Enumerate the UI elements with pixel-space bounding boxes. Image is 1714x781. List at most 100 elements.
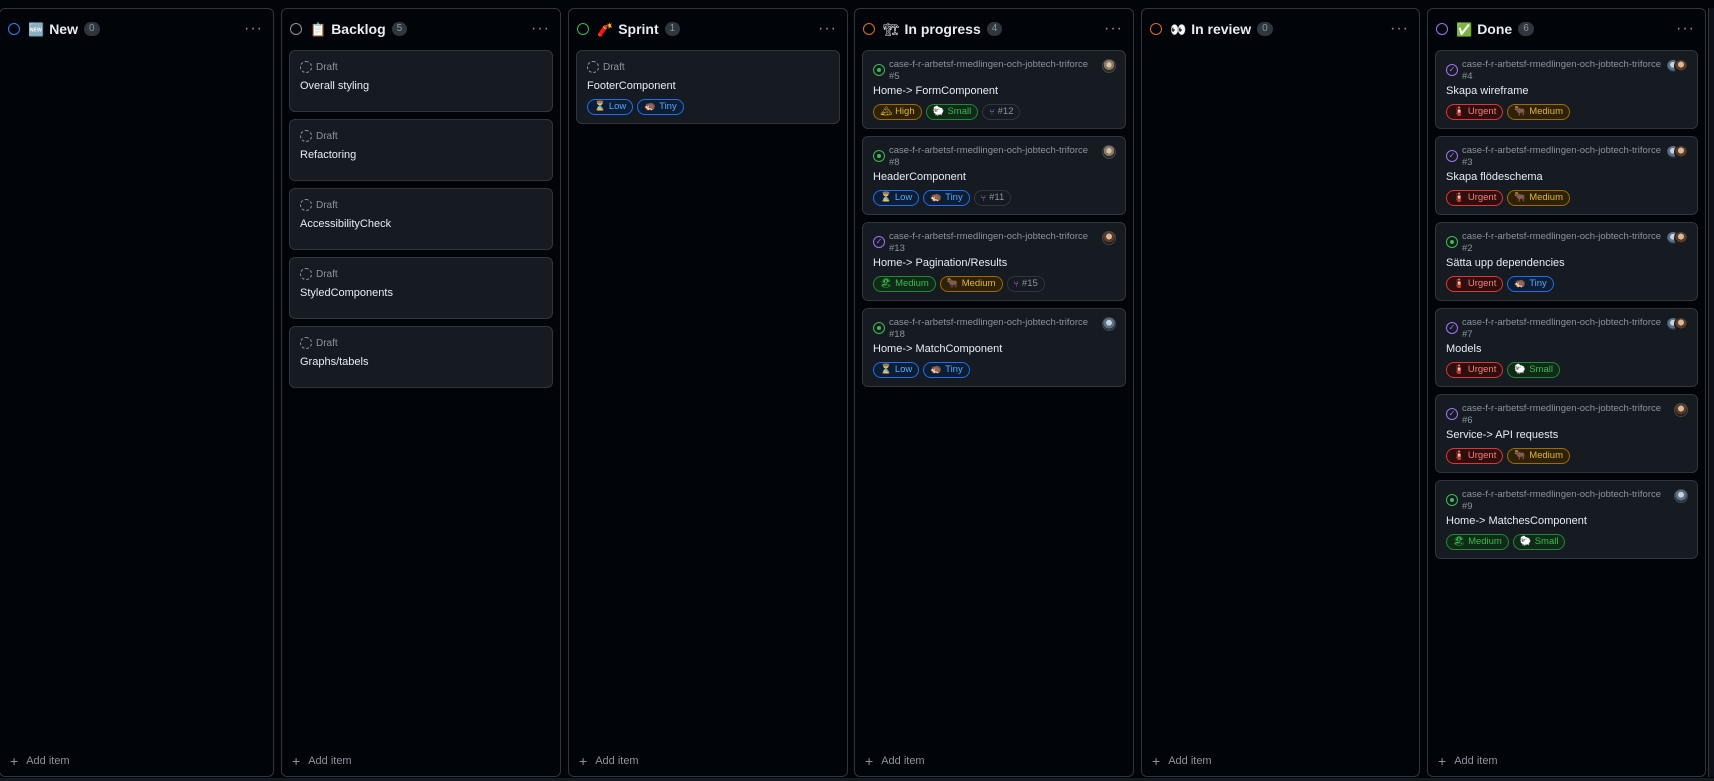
card-title[interactable]: Models (1446, 342, 1687, 356)
label-medium-s[interactable]: 🐂 Medium (939, 276, 1003, 292)
assignees-avatars[interactable] (1666, 231, 1688, 245)
issue-card[interactable]: case-f-r-arbetsf-rmedlingen-och-jobtech-… (862, 308, 1126, 387)
label-tiny[interactable]: 🦔 Tiny (923, 190, 970, 206)
label-urgent[interactable]: 🧯 Urgent (1446, 190, 1504, 206)
label-urgent[interactable]: 🧯 Urgent (1446, 276, 1504, 292)
card-title[interactable]: Service-> API requests (1446, 428, 1687, 442)
avatar[interactable] (1674, 489, 1688, 503)
column-menu-icon[interactable]: ··· (1676, 21, 1695, 37)
column-emoji-icon: 🏗 (883, 21, 900, 37)
card-title[interactable]: Sätta upp dependencies (1446, 256, 1687, 270)
card-title[interactable]: HeaderComponent (873, 170, 1115, 184)
card-title[interactable]: Home-> MatchComponent (873, 342, 1115, 356)
column-title: In progress (904, 21, 981, 37)
linked-pull-request[interactable]: ⑂ #11 (973, 190, 1012, 206)
card-title[interactable]: Overall styling (300, 79, 542, 93)
column-menu-icon[interactable]: ··· (244, 21, 263, 37)
label-urgent[interactable]: 🧯 Urgent (1446, 362, 1504, 378)
assignees-avatars[interactable] (1666, 145, 1688, 159)
issue-card[interactable]: ✓ case-f-r-arbetsf-rmedlingen-och-jobtech… (862, 222, 1126, 301)
linked-pull-request[interactable]: ⑂ #12 (982, 104, 1021, 120)
issue-repo-reference: case-f-r-arbetsf-rmedlingen-och-jobtech-… (889, 317, 1089, 340)
issue-card[interactable]: case-f-r-arbetsf-rmedlingen-och-jobtech-… (862, 50, 1126, 129)
draft-card[interactable]: Draft StyledComponents (289, 257, 553, 319)
label-text: Small (1534, 536, 1559, 547)
card-list: ✓ case-f-r-arbetsf-rmedlingen-och-jobtech… (1435, 50, 1698, 566)
card-title[interactable]: Skapa flödeschema (1446, 170, 1687, 184)
issue-card[interactable]: ✓ case-f-r-arbetsf-rmedlingen-och-jobtech… (1435, 136, 1698, 215)
avatar[interactable] (1102, 145, 1116, 159)
label-small[interactable]: 🐑 Small (925, 104, 979, 120)
label-text: Medium (1529, 450, 1563, 461)
card-title[interactable]: Graphs/tabels (300, 355, 542, 369)
issue-card[interactable]: ✓ case-f-r-arbetsf-rmedlingen-och-jobtech… (1435, 308, 1698, 387)
column-menu-icon[interactable]: ··· (818, 21, 837, 37)
card-title[interactable]: AccessibilityCheck (300, 217, 542, 231)
label-medium-p[interactable]: 🏖 Medium (873, 276, 936, 292)
draft-card[interactable]: Draft AccessibilityCheck (289, 188, 553, 250)
label-emoji-icon: 🐑 (932, 106, 945, 117)
add-item-button[interactable]: + Add item (292, 754, 352, 768)
label-small[interactable]: 🐑 Small (1512, 534, 1566, 550)
draft-label: Draft (316, 199, 338, 211)
avatar[interactable] (1102, 231, 1116, 245)
card-title[interactable]: StyledComponents (300, 286, 542, 300)
card-title[interactable]: Home-> MatchesComponent (1446, 514, 1687, 528)
label-medium-s[interactable]: 🐂 Medium (1507, 448, 1570, 464)
column-menu-icon[interactable]: ··· (1390, 21, 1409, 37)
add-item-button[interactable]: + Add item (10, 754, 70, 768)
avatar[interactable] (1102, 317, 1116, 331)
issue-closed-icon: ✓ (1446, 322, 1458, 334)
draft-card[interactable]: Draft Graphs/tabels (289, 326, 553, 388)
label-emoji-icon: 🐂 (1514, 450, 1527, 461)
issue-closed-icon: ✓ (1446, 64, 1458, 76)
draft-card[interactable]: Draft FooterComponent ⏳ Low 🦔 Tiny (576, 50, 840, 124)
issue-card[interactable]: case-f-r-arbetsf-rmedlingen-och-jobtech-… (1435, 222, 1698, 301)
label-medium-s[interactable]: 🐂 Medium (1507, 104, 1570, 120)
linked-pull-request[interactable]: ⑂ #15 (1006, 276, 1045, 292)
avatar[interactable] (1102, 59, 1116, 73)
label-urgent[interactable]: 🧯 Urgent (1446, 448, 1504, 464)
label-list: 🧯 Urgent 🦔 Tiny (1446, 276, 1687, 292)
issue-repo-row: case-f-r-arbetsf-rmedlingen-och-jobtech-… (1446, 231, 1687, 255)
label-urgent[interactable]: 🧯 Urgent (1446, 104, 1504, 120)
label-tiny[interactable]: 🦔 Tiny (637, 99, 684, 115)
add-item-button[interactable]: + Add item (1152, 754, 1212, 768)
assignees-avatars[interactable] (1666, 317, 1688, 331)
label-medium-p[interactable]: 🏖 Medium (1446, 534, 1509, 550)
add-item-button[interactable]: + Add item (1438, 754, 1498, 768)
draft-label: Draft (316, 268, 338, 280)
label-text: Small (1529, 364, 1553, 375)
draft-card[interactable]: Draft Refactoring (289, 119, 553, 181)
label-small[interactable]: 🐑 Small (1507, 362, 1560, 378)
draft-card[interactable]: Draft Overall styling (289, 50, 553, 112)
issue-card[interactable]: case-f-r-arbetsf-rmedlingen-och-jobtech-… (862, 136, 1126, 215)
label-low[interactable]: ⏳ Low (873, 362, 920, 378)
pull-request-icon: ⑂ (989, 107, 995, 117)
avatar[interactable] (1674, 403, 1688, 417)
column-menu-icon[interactable]: ··· (531, 21, 550, 37)
issue-card[interactable]: ✓ case-f-r-arbetsf-rmedlingen-och-jobtech… (1435, 50, 1698, 129)
add-item-label: Add item (1168, 755, 1212, 767)
label-medium-s[interactable]: 🐂 Medium (1507, 190, 1570, 206)
card-title[interactable]: Skapa wireframe (1446, 84, 1687, 98)
label-tiny[interactable]: 🦔 Tiny (923, 362, 970, 378)
label-tiny[interactable]: 🦔 Tiny (1507, 276, 1554, 292)
add-item-button[interactable]: + Add item (579, 754, 639, 768)
label-low[interactable]: ⏳ Low (587, 99, 634, 115)
label-low[interactable]: ⏳ Low (873, 190, 920, 206)
label-text: Low (894, 192, 913, 203)
label-high[interactable]: 🏔 High (873, 104, 922, 120)
draft-status: Draft (300, 266, 542, 282)
column-menu-icon[interactable]: ··· (1104, 21, 1123, 37)
card-title[interactable]: Home-> Pagination/Results (873, 256, 1115, 270)
card-title[interactable]: Refactoring (300, 148, 542, 162)
card-title[interactable]: FooterComponent (587, 79, 829, 93)
add-item-button[interactable]: + Add item (865, 754, 925, 768)
draft-label: Draft (316, 130, 338, 142)
issue-repo-reference: case-f-r-arbetsf-rmedlingen-och-jobtech-… (1462, 59, 1662, 82)
assignees-avatars[interactable] (1666, 59, 1688, 73)
card-title[interactable]: Home-> FormComponent (873, 84, 1115, 98)
issue-card[interactable]: case-f-r-arbetsf-rmedlingen-och-jobtech-… (1435, 480, 1698, 559)
issue-card[interactable]: ✓ case-f-r-arbetsf-rmedlingen-och-jobtech… (1435, 394, 1698, 473)
